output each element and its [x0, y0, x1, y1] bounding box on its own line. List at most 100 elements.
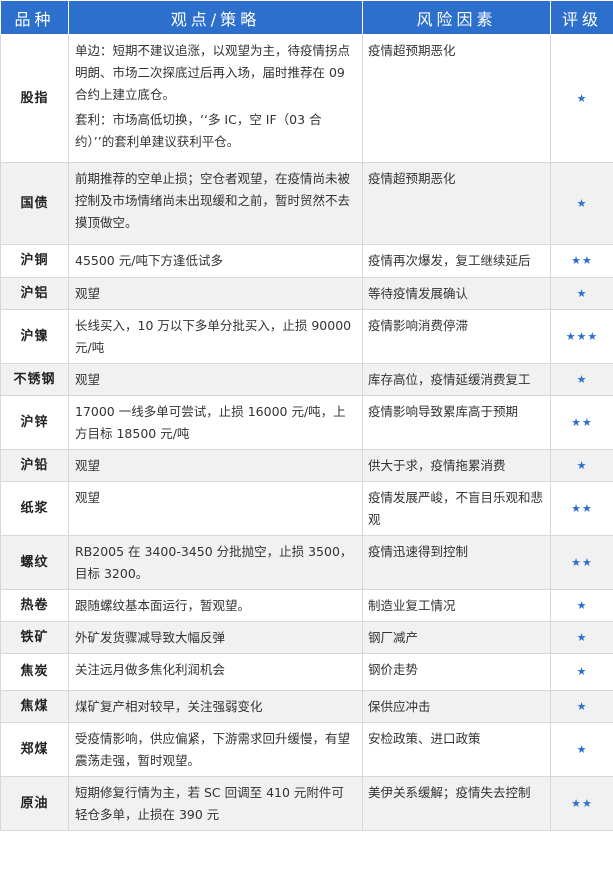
strategy-table: 品种 观点/策略 风险因素 评级 股指 单边：短期不建议追涨，以观望为主，待疫情拐…	[0, 0, 613, 831]
strategy-text: 长线买入，10 万以下多单分批买入，止损 90000元/吨	[75, 318, 352, 355]
rating-stars: ★	[550, 449, 613, 482]
risk-cell: 疫情超预期恶化	[362, 34, 551, 163]
strategy-text: 前期推荐的空单止损；空仓者观望，在疫情尚未被控制及市场情绪尚未出现缓和之前，暂时…	[75, 171, 351, 230]
variety-cell: 焦炭	[0, 653, 69, 691]
strategy-cell: 短期修复行情为主，若 SC 回调至 410 元附件可轻仓多单，止损在 390 元	[68, 776, 363, 831]
table-row: 纸浆 观望 疫情发展严峻，不盲目乐观和悲观 ★★	[0, 481, 613, 536]
risk-cell: 钢厂减产	[362, 621, 551, 654]
variety-cell: 纸浆	[0, 481, 69, 536]
table-row: 焦煤 煤矿复产相对较早，关注强弱变化 保供应冲击 ★	[0, 690, 613, 723]
rating-stars: ★★	[550, 395, 613, 450]
rating-stars: ★	[550, 589, 613, 622]
variety-cell: 沪锌	[0, 395, 69, 450]
table-row: 股指 单边：短期不建议追涨，以观望为主，待疫情拐点明朗、市场二次探底过后再入场，届…	[0, 34, 613, 163]
rating-stars: ★	[550, 653, 613, 691]
rating-stars: ★★	[550, 776, 613, 831]
strategy-text: 观望	[75, 458, 101, 473]
risk-cell: 制造业复工情况	[362, 589, 551, 622]
strategy-cell: 煤矿复产相对较早，关注强弱变化	[68, 690, 363, 723]
strategy-text: 受疫情影响，供应偏紧，下游需求回升缓慢，有望震荡走强，暂时观望。	[75, 731, 351, 768]
strategy-cell: 观望	[68, 277, 363, 310]
strategy-text: 关注远月做多焦化利润机会	[75, 662, 226, 677]
strategy-cell: 跟随螺纹基本面运行，暂观望。	[68, 589, 363, 622]
variety-cell: 原油	[0, 776, 69, 831]
risk-cell: 疫情影响导致累库高于预期	[362, 395, 551, 450]
variety-cell: 沪镍	[0, 309, 69, 364]
rating-stars: ★	[550, 34, 613, 163]
strategy-text: 外矿发货骤减导致大幅反弹	[75, 630, 226, 645]
strategy-text: 单边：短期不建议追涨，以观望为主，待疫情拐点明朗、市场二次探底过后再入场，届时推…	[75, 43, 351, 102]
rating-stars: ★★★	[550, 309, 613, 364]
strategy-cell: 外矿发货骤减导致大幅反弹	[68, 621, 363, 654]
rating-stars: ★	[550, 621, 613, 654]
table-row: 铁矿 外矿发货骤减导致大幅反弹 钢厂减产 ★	[0, 621, 613, 654]
strategy-cell: 观望	[68, 363, 363, 396]
risk-cell: 钢价走势	[362, 653, 551, 691]
strategy-text: RB2005 在 3400-3450 分批抛空，止损 3500，目标 3200。	[75, 544, 353, 581]
strategy-cell: 单边：短期不建议追涨，以观望为主，待疫情拐点明朗、市场二次探底过后再入场，届时推…	[68, 34, 363, 163]
strategy-cell: RB2005 在 3400-3450 分批抛空，止损 3500，目标 3200。	[68, 535, 363, 590]
variety-cell: 不锈钢	[0, 363, 69, 396]
rating-stars: ★	[550, 162, 613, 245]
variety-cell: 国债	[0, 162, 69, 245]
risk-cell: 疫情再次爆发，复工继续延后	[362, 244, 551, 278]
strategy-cell: 观望	[68, 481, 363, 536]
table-row: 热卷 跟随螺纹基本面运行，暂观望。 制造业复工情况 ★	[0, 589, 613, 622]
variety-cell: 沪铅	[0, 449, 69, 482]
variety-cell: 沪铜	[0, 244, 69, 278]
rating-stars: ★	[550, 722, 613, 777]
strategy-cell: 45500 元/吨下方逢低试多	[68, 244, 363, 278]
strategy-cell: 17000 一线多单可尝试，止损 16000 元/吨，上方目标 18500 元/…	[68, 395, 363, 450]
header-variety: 品种	[0, 0, 69, 35]
variety-cell: 郑煤	[0, 722, 69, 777]
table-header-row: 品种 观点/策略 风险因素 评级	[0, 0, 613, 35]
strategy-cell: 观望	[68, 449, 363, 482]
rating-stars: ★★	[550, 535, 613, 590]
rating-stars: ★	[550, 277, 613, 310]
variety-cell: 股指	[0, 34, 69, 163]
table-row: 沪铜 45500 元/吨下方逢低试多 疫情再次爆发，复工继续延后 ★★	[0, 244, 613, 278]
table-row: 不锈钢 观望 库存高位，疫情延缓消费复工 ★	[0, 363, 613, 396]
strategy-text: 观望	[75, 372, 101, 387]
variety-cell: 沪铝	[0, 277, 69, 310]
risk-cell: 疫情超预期恶化	[362, 162, 551, 245]
strategy-text-secondary: 套利：市场高低切换，‘‘多 IC，空 IF（03 合约）’’的套利单建议获利平仓…	[75, 112, 322, 149]
strategy-cell: 受疫情影响，供应偏紧，下游需求回升缓慢，有望震荡走强，暂时观望。	[68, 722, 363, 777]
header-risk: 风险因素	[362, 0, 551, 35]
strategy-text: 短期修复行情为主，若 SC 回调至 410 元附件可轻仓多单，止损在 390 元	[75, 785, 344, 822]
strategy-text: 观望	[75, 286, 101, 301]
strategy-cell: 前期推荐的空单止损；空仓者观望，在疫情尚未被控制及市场情绪尚未出现缓和之前，暂时…	[68, 162, 363, 245]
strategy-text: 煤矿复产相对较早，关注强弱变化	[75, 699, 263, 714]
table-row: 沪镍 长线买入，10 万以下多单分批买入，止损 90000元/吨 疫情影响消费停滞 ★…	[0, 309, 613, 364]
risk-cell: 保供应冲击	[362, 690, 551, 723]
table-row: 沪锌 17000 一线多单可尝试，止损 16000 元/吨，上方目标 18500 …	[0, 395, 613, 450]
risk-cell: 美伊关系缓解；疫情失去控制	[362, 776, 551, 831]
table-row: 沪铝 观望 等待疫情发展确认 ★	[0, 277, 613, 310]
risk-cell: 供大于求，疫情拖累消费	[362, 449, 551, 482]
variety-cell: 焦煤	[0, 690, 69, 723]
strategy-text: 跟随螺纹基本面运行，暂观望。	[75, 598, 251, 613]
risk-cell: 安检政策、进口政策	[362, 722, 551, 777]
risk-cell: 疫情影响消费停滞	[362, 309, 551, 364]
strategy-cell: 关注远月做多焦化利润机会	[68, 653, 363, 691]
table-row: 沪铅 观望 供大于求，疫情拖累消费 ★	[0, 449, 613, 482]
table-row: 螺纹 RB2005 在 3400-3450 分批抛空，止损 3500，目标 320…	[0, 535, 613, 590]
table-row: 焦炭 关注远月做多焦化利润机会 钢价走势 ★	[0, 653, 613, 691]
strategy-text: 45500 元/吨下方逢低试多	[75, 253, 223, 268]
table-row: 郑煤 受疫情影响，供应偏紧，下游需求回升缓慢，有望震荡走强，暂时观望。 安检政策、进…	[0, 722, 613, 777]
strategy-cell: 长线买入，10 万以下多单分批买入，止损 90000元/吨	[68, 309, 363, 364]
risk-cell: 等待疫情发展确认	[362, 277, 551, 310]
header-rating: 评级	[550, 0, 613, 35]
variety-cell: 铁矿	[0, 621, 69, 654]
risk-cell: 疫情迅速得到控制	[362, 535, 551, 590]
variety-cell: 热卷	[0, 589, 69, 622]
table-row: 原油 短期修复行情为主，若 SC 回调至 410 元附件可轻仓多单，止损在 390…	[0, 776, 613, 831]
risk-cell: 库存高位，疫情延缓消费复工	[362, 363, 551, 396]
rating-stars: ★	[550, 690, 613, 723]
risk-cell: 疫情发展严峻，不盲目乐观和悲观	[362, 481, 551, 536]
strategy-text: 观望	[75, 490, 101, 505]
rating-stars: ★★	[550, 244, 613, 278]
variety-cell: 螺纹	[0, 535, 69, 590]
table-row: 国债 前期推荐的空单止损；空仓者观望，在疫情尚未被控制及市场情绪尚未出现缓和之前，…	[0, 162, 613, 245]
strategy-text: 17000 一线多单可尝试，止损 16000 元/吨，上方目标 18500 元/…	[75, 404, 346, 441]
